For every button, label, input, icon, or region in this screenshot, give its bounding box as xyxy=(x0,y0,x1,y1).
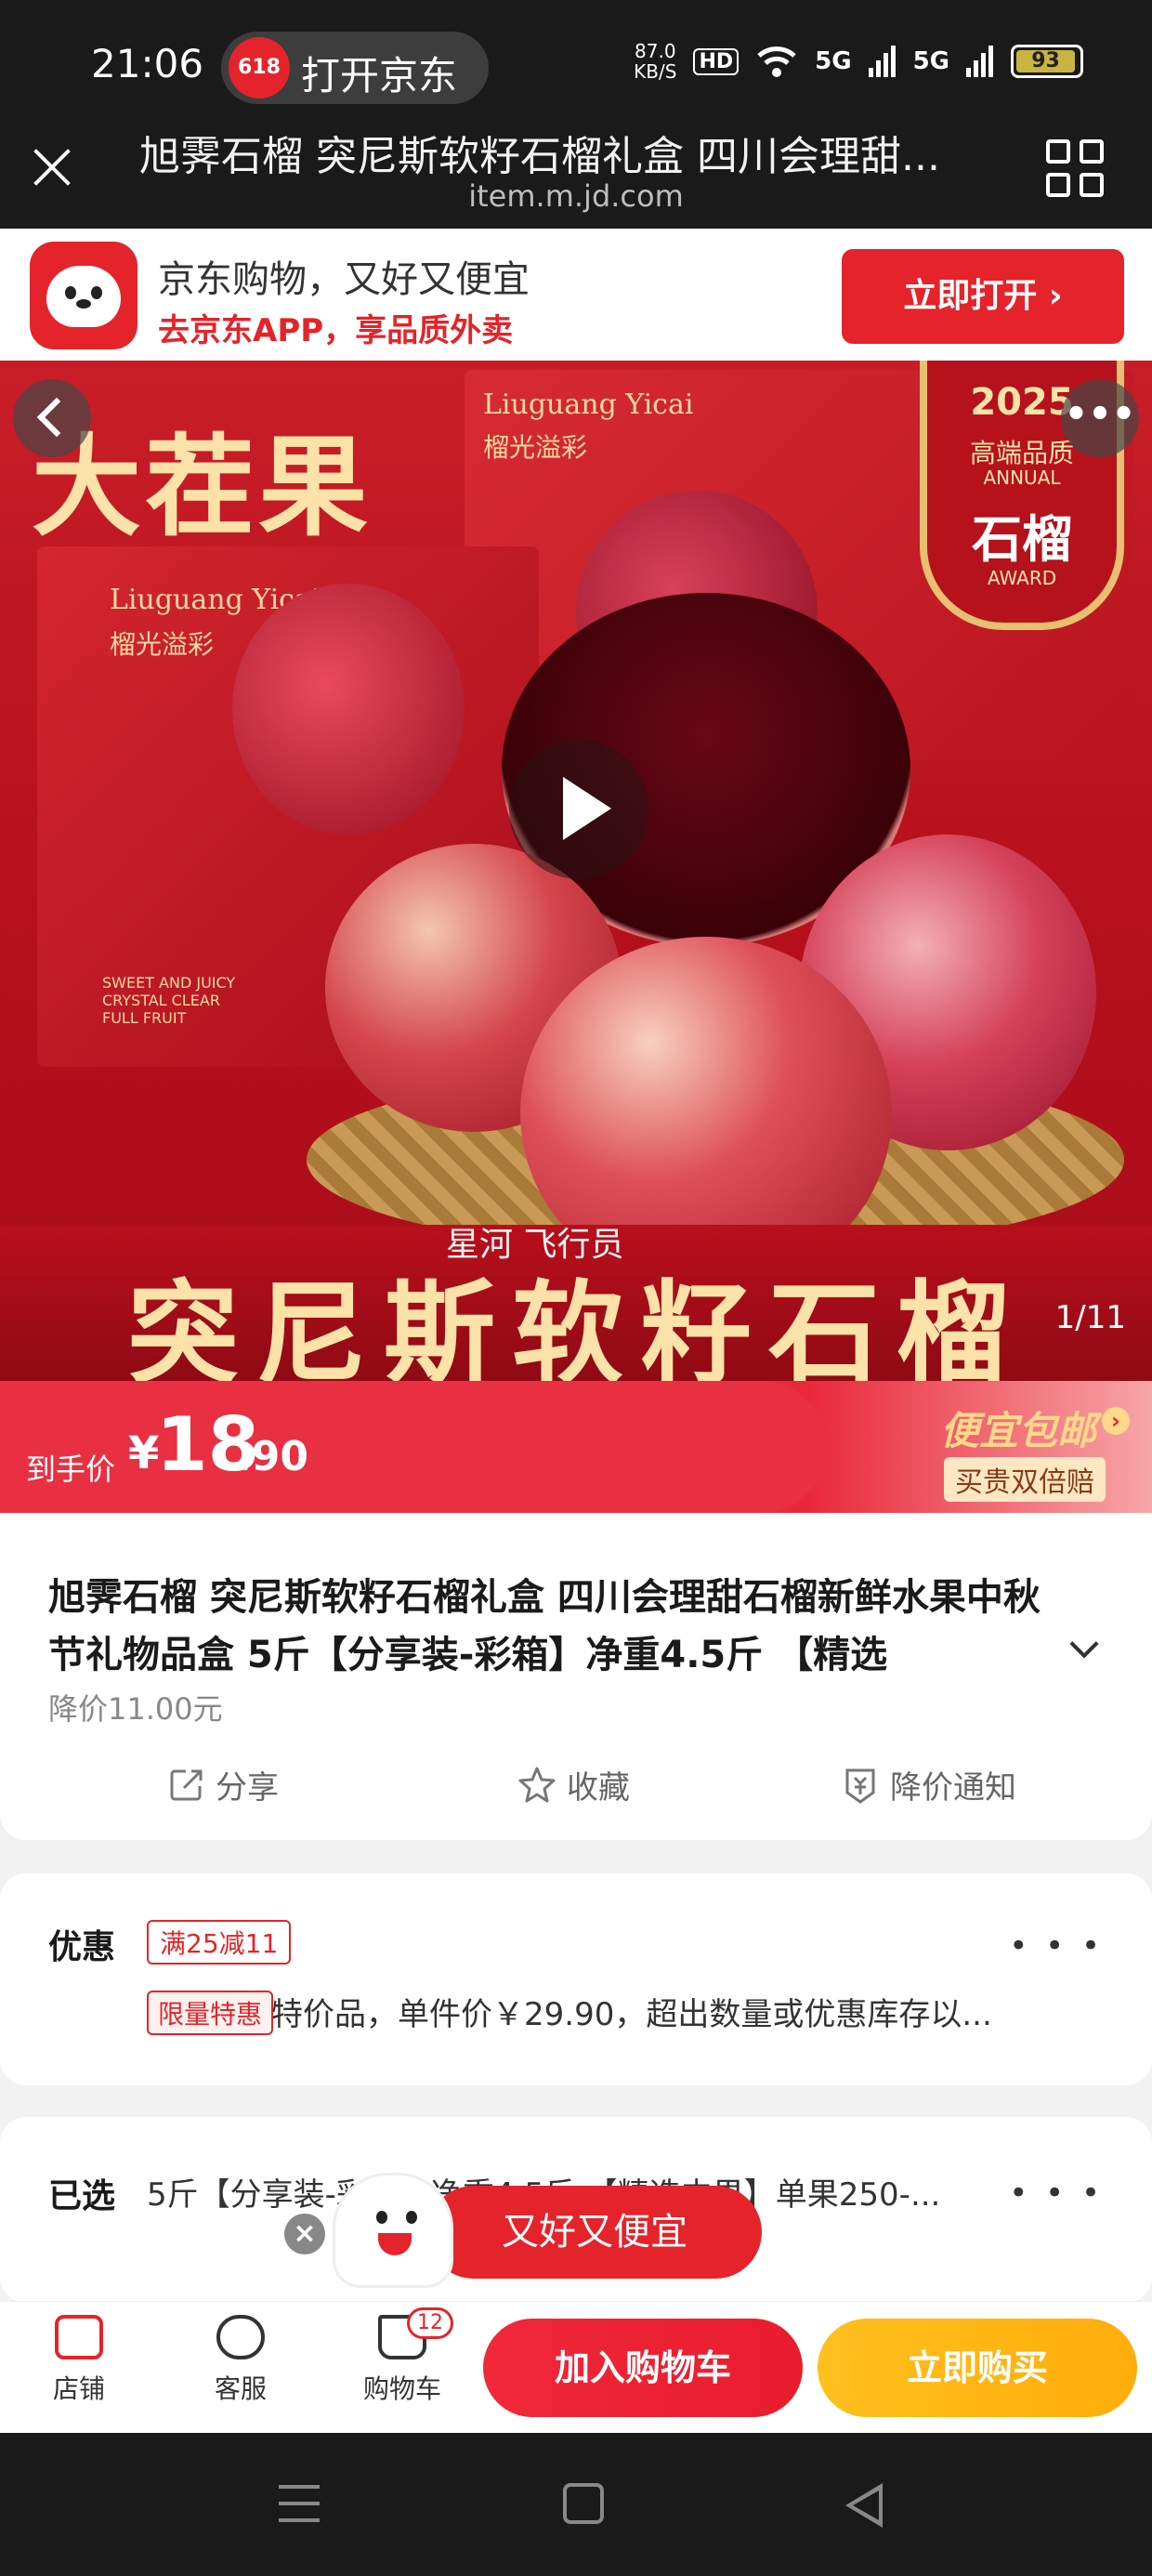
price-bar: 到手价 ¥ 18 .90 便宜包邮 › 买贵双倍赔 xyxy=(0,1381,1152,1513)
page-title: 旭霁石榴 突尼斯软籽石榴礼盒 四川会理甜... xyxy=(139,133,940,180)
price-decimal: .90 xyxy=(236,1433,308,1480)
wifi-icon xyxy=(757,46,796,77)
signal-bars-icon xyxy=(868,46,896,77)
hd-icon: HD xyxy=(693,47,740,75)
play-video-icon[interactable] xyxy=(509,740,648,879)
chat-icon xyxy=(216,2315,265,2359)
product-actions: 分享 收藏 降价通知 xyxy=(0,1762,1152,1818)
cart-count-badge: 12 xyxy=(407,2307,453,2339)
discount-tag: 满25减11 xyxy=(147,1920,292,1965)
tab-store[interactable]: 店铺 xyxy=(28,2315,130,2406)
more-icon[interactable]: ••• xyxy=(1061,379,1139,457)
product-title-card: 旭霁石榴 突尼斯软籽石榴礼盒 四川会理甜石榴新鲜水果中秋节礼物品盒 5斤【分享装… xyxy=(0,1513,1152,1840)
floating-promo-pill[interactable]: 又好又便宜 xyxy=(427,2186,762,2279)
share-icon xyxy=(170,1769,203,1800)
open-app-button[interactable]: 立即打开 › xyxy=(842,249,1124,344)
promo-description: 特价品，单件价￥29.90，超出数量或优惠库存以... xyxy=(271,1996,992,2033)
grid-menu-icon[interactable] xyxy=(1046,139,1106,199)
recent-apps-icon[interactable] xyxy=(279,2485,320,2522)
chevron-right-icon[interactable]: › xyxy=(1102,1407,1130,1435)
price-drop-text: 降价11.00元 xyxy=(48,1691,223,1727)
jd-618-badge-icon: 618 xyxy=(229,37,290,99)
banner-slogan: 京东购物，又好又便宜 xyxy=(158,258,530,301)
battery-level: 93 xyxy=(1016,50,1075,72)
open-jd-label: 打开京东 xyxy=(301,53,458,99)
system-icons: 87.0 KB/S HD 5G 5G 93 xyxy=(634,41,1083,82)
system-navigation-bar xyxy=(0,2433,1152,2576)
page-url: item.m.jd.com xyxy=(468,178,684,214)
pomegranate xyxy=(232,584,465,835)
signal-bars-icon xyxy=(966,46,993,77)
floating-promo[interactable]: 又好又便宜 × xyxy=(279,2173,762,2288)
promotions-card[interactable]: 优惠 满25减11 • • • 限量特惠 特价品，单件价￥29.90，超出数量或… xyxy=(0,1873,1152,2085)
cheap-free-shipping-link[interactable]: 便宜包邮 xyxy=(940,1400,1096,1456)
image-counter: 1/11 xyxy=(1054,1299,1126,1336)
open-jd-pill[interactable]: 618 打开京东 xyxy=(221,32,489,104)
signal-5g-icon: 5G xyxy=(912,47,949,75)
share-button[interactable]: 分享 xyxy=(167,1762,279,1807)
star-icon xyxy=(518,1767,556,1802)
price-guarantee-badge: 买贵双倍赔 xyxy=(944,1457,1106,1502)
price-alert-button[interactable]: 降价通知 xyxy=(840,1762,1016,1807)
final-price-label: 到手价 xyxy=(26,1452,116,1487)
status-time: 21:06 xyxy=(91,41,204,86)
limited-offer-tag: 限量特惠 xyxy=(147,1991,274,2035)
hero-banner-text: 突尼斯软籽石榴 xyxy=(127,1270,1025,1381)
more-dots-icon[interactable]: • • • xyxy=(1009,2175,1104,2212)
store-icon xyxy=(55,2315,103,2359)
currency-symbol: ¥ xyxy=(128,1427,160,1479)
favorite-button[interactable]: 收藏 xyxy=(517,1762,630,1807)
back-icon[interactable] xyxy=(845,2483,883,2528)
promo-label: 优惠 xyxy=(48,1928,116,1966)
close-icon[interactable]: × xyxy=(284,2214,325,2254)
bottom-action-bar: 店铺 客服 购物车 12 加入购物车 立即购买 xyxy=(0,2301,1152,2433)
selected-label: 已选 xyxy=(48,2177,116,2215)
add-to-cart-button[interactable]: 加入购物车 xyxy=(483,2319,803,2417)
buy-now-button[interactable]: 立即购买 xyxy=(818,2319,1137,2417)
jd-mascot-icon xyxy=(333,2173,453,2288)
expand-chevron-icon[interactable] xyxy=(1069,1629,1099,1659)
jd-mascot-logo-icon xyxy=(30,242,137,349)
battery-icon: 93 xyxy=(1011,45,1083,78)
tab-customer-service[interactable]: 客服 xyxy=(190,2315,292,2406)
product-hero-image[interactable]: Liuguang Yicai 榴光溢彩 Liuguang Yicai 榴光溢彩 … xyxy=(0,361,1152,1381)
more-dots-icon[interactable]: • • • xyxy=(1009,1927,1104,1965)
product-title: 旭霁石榴 突尼斯软籽石榴礼盒 四川会理甜石榴新鲜水果中秋节礼物品盒 5斤【分享装… xyxy=(48,1576,1041,1676)
back-arrow-icon[interactable] xyxy=(13,379,91,457)
banner-subslogan: 去京东APP，享品质外卖 xyxy=(158,312,514,349)
price-tag-icon xyxy=(845,1768,875,1804)
signal-5g-icon: 5G xyxy=(815,47,852,75)
home-icon[interactable] xyxy=(563,2483,604,2524)
browser-bar: 旭霁石榴 突尼斯软籽石榴礼盒 四川会理甜... item.m.jd.com xyxy=(0,112,1152,229)
app-download-banner: 京东购物，又好又便宜 去京东APP，享品质外卖 立即打开 › xyxy=(0,229,1152,361)
net-speed: 87.0 KB/S xyxy=(634,40,677,83)
